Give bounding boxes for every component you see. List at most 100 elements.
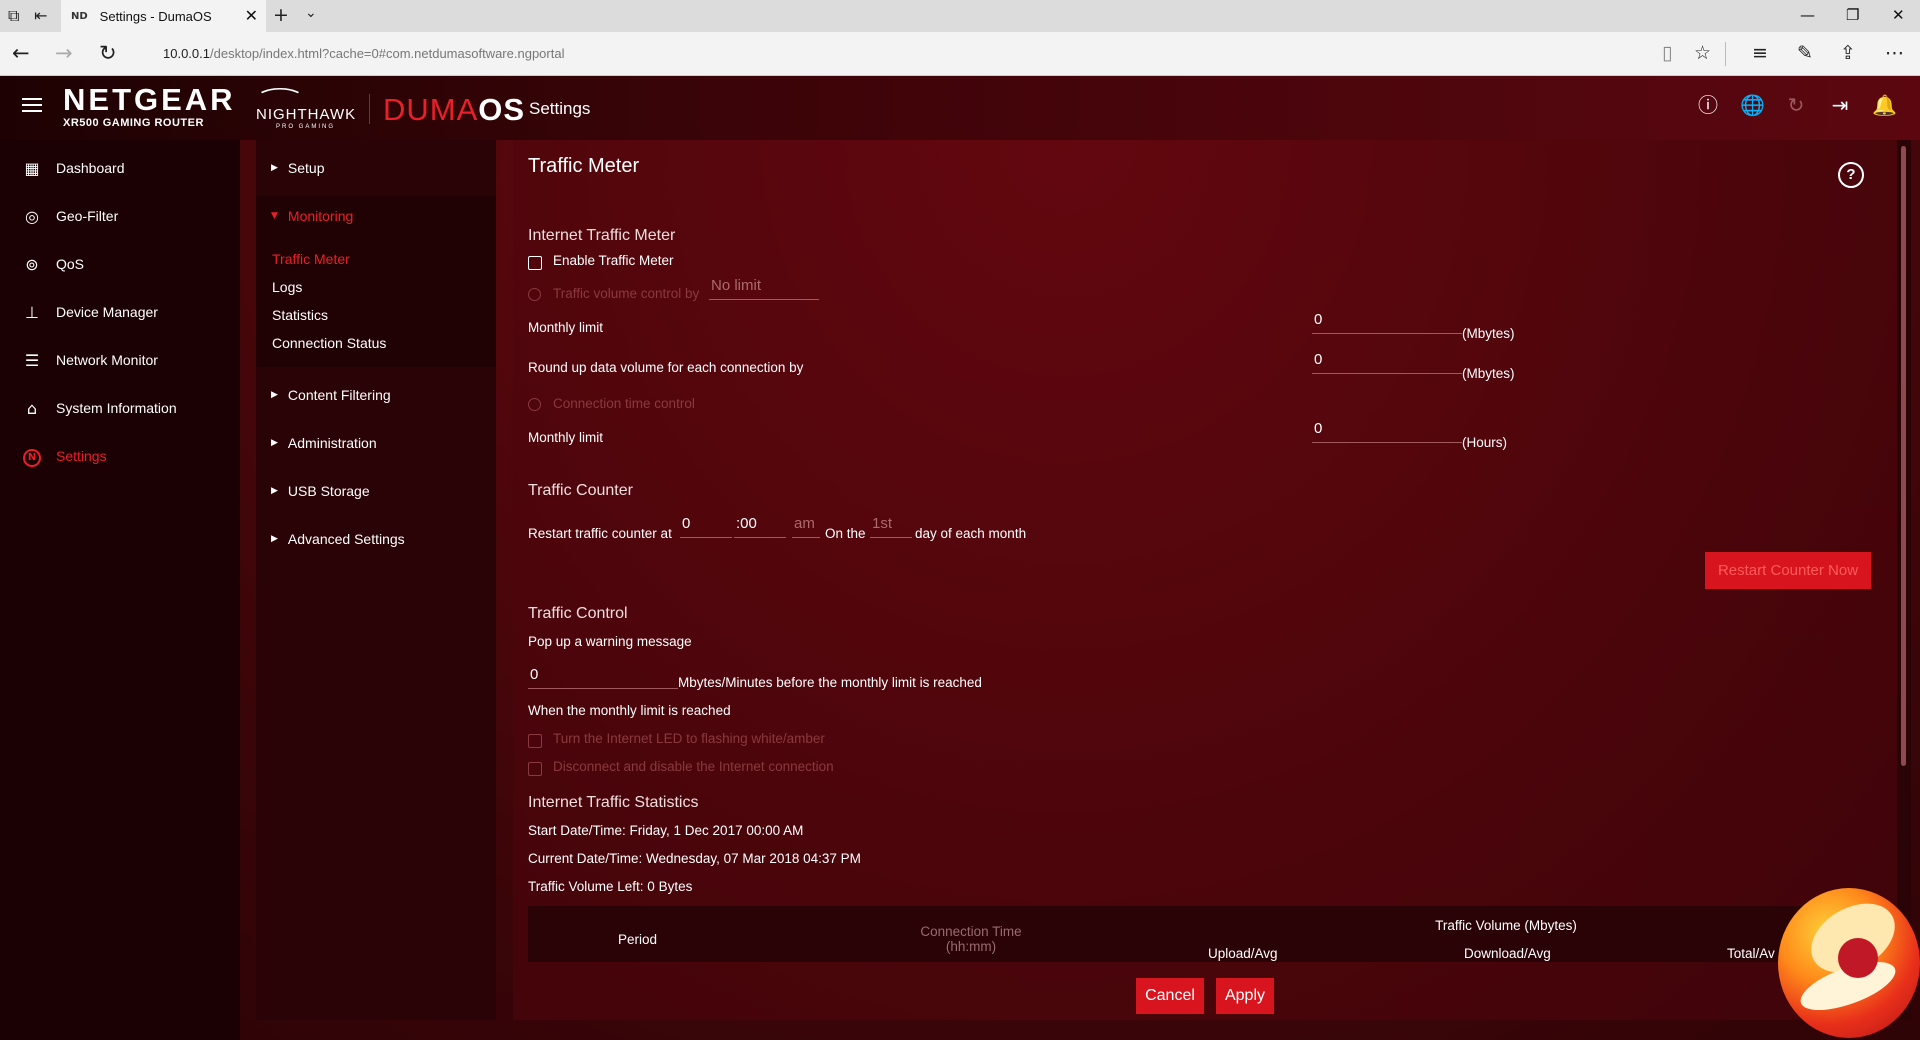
apply-button[interactable]: Apply bbox=[1216, 978, 1274, 1014]
watermark-logo bbox=[1778, 888, 1920, 1038]
restart-counter-label: Restart traffic counter at bbox=[528, 526, 672, 541]
current-datetime: Current Date/Time: Wednesday, 07 Mar 201… bbox=[528, 851, 861, 866]
globe-icon[interactable]: 🌐 bbox=[1740, 93, 1765, 117]
forward-icon[interactable]: → bbox=[55, 41, 73, 65]
favorite-star-icon[interactable]: ☆ bbox=[1694, 42, 1711, 64]
bell-icon[interactable]: 🔔 bbox=[1872, 93, 1897, 117]
browser-titlebar: ⧉ ⇤ ND Settings - DumaOS ✕ + ⌄ — ❐ ✕ bbox=[0, 0, 1920, 32]
stats-table-header: Period Connection Time (hh:mm) Traffic V… bbox=[528, 906, 1868, 962]
restore-icon[interactable]: ❐ bbox=[1846, 6, 1859, 24]
led-flash-checkbox[interactable] bbox=[528, 734, 542, 748]
connection-time-radio[interactable] bbox=[528, 398, 541, 411]
header-title: Settings bbox=[529, 99, 591, 118]
restart-ampm-select[interactable]: am bbox=[792, 512, 820, 538]
set-aside-tabs-icon[interactable]: ⇤ bbox=[34, 6, 47, 25]
monthly-limit-label: Monthly limit bbox=[528, 320, 604, 335]
brand-model: XR500 GAMING ROUTER bbox=[63, 117, 204, 129]
hamburger-menu-icon[interactable] bbox=[22, 98, 42, 112]
expand-arrow-icon: ▶ bbox=[271, 163, 278, 173]
content-scrollbar[interactable] bbox=[1897, 140, 1911, 1020]
warning-suffix-label: Mbytes/Minutes before the monthly limit … bbox=[678, 675, 982, 690]
dumaos-logo: DUMAOS bbox=[383, 92, 526, 127]
col-download: Download/Avg bbox=[1464, 946, 1551, 961]
connection-time-label: Connection time control bbox=[553, 396, 695, 411]
tab-preview-chevron-icon[interactable]: ⌄ bbox=[305, 5, 317, 21]
logout-icon[interactable]: ⇥ bbox=[1828, 93, 1852, 117]
roundup-input[interactable]: 0 bbox=[1312, 348, 1462, 374]
monthly-limit-hours-input[interactable]: 0 bbox=[1312, 417, 1462, 443]
refresh-page-icon[interactable]: ↻ bbox=[99, 41, 117, 65]
volume-control-select[interactable]: No limit bbox=[709, 274, 819, 300]
more-icon[interactable]: ⋯ bbox=[1885, 42, 1904, 64]
system-information-icon: ⌂ bbox=[26, 398, 38, 418]
submenu-item-statistics[interactable]: Statistics bbox=[272, 307, 328, 323]
warning-amount-input[interactable]: 0 bbox=[528, 663, 678, 689]
sidebar-item-device-manager[interactable]: ⊥ Device Manager bbox=[0, 292, 240, 332]
enable-traffic-meter-checkbox[interactable] bbox=[528, 256, 542, 270]
sidebar-item-qos[interactable]: ⊚ QoS bbox=[0, 244, 240, 284]
scrollbar-thumb[interactable] bbox=[1901, 146, 1906, 766]
url-field[interactable]: 10.0.0.1/desktop/index.html?cache=0#com.… bbox=[163, 46, 564, 61]
led-flash-label: Turn the Internet LED to flashing white/… bbox=[553, 731, 825, 746]
minimize-icon[interactable]: — bbox=[1800, 6, 1815, 24]
sidebar-item-settings[interactable]: N Settings bbox=[0, 436, 240, 476]
submenu-item-traffic-meter[interactable]: Traffic Meter bbox=[272, 251, 350, 267]
nighthawk-logo: ⌒ NIGHTHAWK PRO GAMING bbox=[256, 82, 355, 132]
sidebar-item-system-information[interactable]: ⌂ System Information bbox=[0, 388, 240, 428]
submenu-content-filtering[interactable]: ▶ Content Filtering bbox=[256, 375, 496, 415]
monthly-limit-mbytes-input[interactable]: 0 bbox=[1312, 308, 1462, 334]
volume-left: Traffic Volume Left: 0 Bytes bbox=[528, 879, 693, 894]
close-tab-icon[interactable]: ✕ bbox=[245, 6, 258, 25]
hub-icon[interactable]: ≡ bbox=[1752, 42, 1768, 64]
sidebar-item-dashboard[interactable]: ▦ Dashboard bbox=[0, 148, 240, 188]
netgear-logo: NETGEAR XR500 GAMING ROUTER bbox=[63, 82, 236, 129]
settings-submenu: ▶ Setup ▼ Monitoring Traffic Meter Logs … bbox=[256, 140, 496, 1020]
cancel-button[interactable]: Cancel bbox=[1136, 978, 1204, 1014]
tab-manager-icon[interactable]: ⧉ bbox=[8, 6, 19, 26]
enable-traffic-meter-label: Enable Traffic Meter bbox=[553, 253, 674, 268]
dashboard-icon: ▦ bbox=[24, 158, 40, 178]
help-icon[interactable]: ? bbox=[1838, 162, 1864, 188]
monthly-limit-hours-label: Monthly limit bbox=[528, 430, 604, 445]
roundup-label: Round up data volume for each connection… bbox=[528, 360, 804, 375]
new-tab-icon[interactable]: + bbox=[273, 4, 289, 26]
col-period: Period bbox=[618, 932, 658, 947]
settings-n-icon: N bbox=[22, 445, 42, 467]
submenu-item-logs[interactable]: Logs bbox=[272, 279, 302, 295]
brand-name: NETGEAR bbox=[63, 82, 236, 117]
traffic-control-heading: Traffic Control bbox=[528, 605, 628, 622]
submenu-monitoring[interactable]: ▼ Monitoring bbox=[256, 196, 496, 236]
submenu-administration[interactable]: ▶ Administration bbox=[256, 423, 496, 463]
page-title: Traffic Meter bbox=[528, 155, 640, 177]
stats-heading: Internet Traffic Statistics bbox=[528, 794, 699, 811]
info-icon[interactable]: ⓘ bbox=[1696, 93, 1720, 117]
volume-control-radio[interactable] bbox=[528, 288, 541, 301]
submenu-usb-storage[interactable]: ▶ USB Storage bbox=[256, 471, 496, 511]
submenu-advanced-settings[interactable]: ▶ Advanced Settings bbox=[256, 519, 496, 559]
submenu-setup[interactable]: ▶ Setup bbox=[256, 148, 496, 188]
browser-tab[interactable]: ND Settings - DumaOS ✕ bbox=[61, 0, 266, 32]
monthly-limit-unit: (Mbytes) bbox=[1462, 326, 1515, 341]
submenu-item-connection-status[interactable]: Connection Status bbox=[272, 335, 386, 351]
disconnect-checkbox[interactable] bbox=[528, 762, 542, 776]
share-icon[interactable]: ⇪ bbox=[1840, 42, 1856, 64]
duma-app: NETGEAR XR500 GAMING ROUTER ⌒ NIGHTHAWK … bbox=[0, 76, 1920, 1040]
restart-hour-input[interactable]: 0 bbox=[680, 512, 732, 538]
restart-minute-input[interactable]: :00 bbox=[734, 512, 786, 538]
reading-view-icon[interactable]: ▯ bbox=[1662, 42, 1672, 64]
address-bar: ← → ↻ 10.0.0.1/desktop/index.html?cache=… bbox=[0, 32, 1920, 76]
device-manager-icon: ⊥ bbox=[25, 302, 39, 322]
restart-counter-now-button[interactable]: Restart Counter Now bbox=[1705, 552, 1871, 589]
sidebar-item-geo-filter[interactable]: ◎ Geo-Filter bbox=[0, 196, 240, 236]
app-header: NETGEAR XR500 GAMING ROUTER ⌒ NIGHTHAWK … bbox=[0, 76, 1920, 140]
back-icon[interactable]: ← bbox=[12, 41, 30, 65]
volume-control-label: Traffic volume control by bbox=[553, 286, 700, 301]
sidebar-item-network-monitor[interactable]: ☰ Network Monitor bbox=[0, 340, 240, 380]
restart-day-select[interactable]: 1st bbox=[870, 512, 912, 538]
col-traffic-volume: Traffic Volume (Mbytes) bbox=[1435, 918, 1577, 933]
expand-arrow-icon: ▶ bbox=[271, 486, 278, 496]
refresh-icon[interactable]: ↻ bbox=[1784, 93, 1808, 117]
roundup-unit: (Mbytes) bbox=[1462, 366, 1515, 381]
web-note-icon[interactable]: ✎ bbox=[1797, 42, 1813, 64]
close-window-icon[interactable]: ✕ bbox=[1892, 6, 1905, 24]
